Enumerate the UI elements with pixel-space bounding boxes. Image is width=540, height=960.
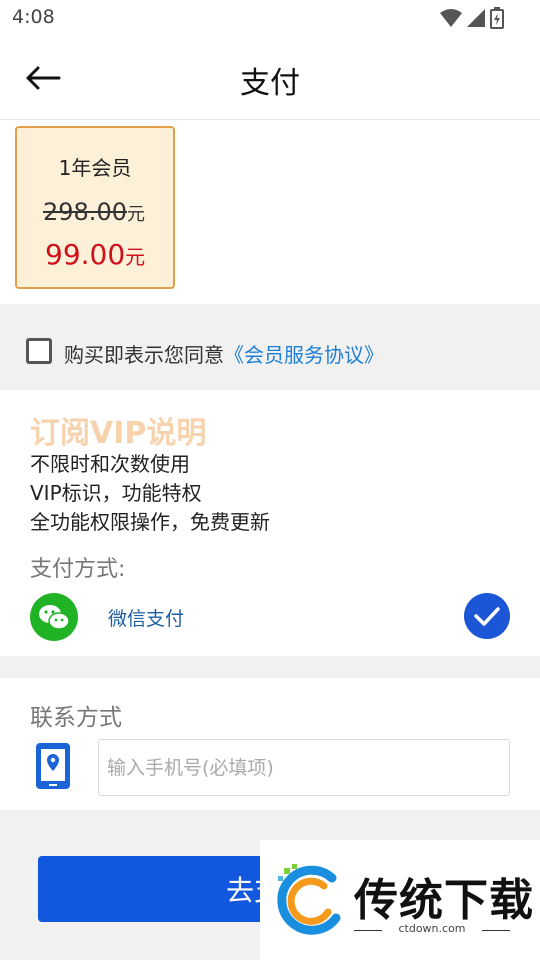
watermark-brand: 传统下载 (354, 875, 534, 926)
signal-icon (467, 9, 485, 27)
sale-price-value: 99.00 (45, 238, 126, 271)
plan-section: 1年会员 298.00元 99.00元 (0, 120, 540, 304)
original-price-value: 298.00 (43, 198, 127, 226)
contact-label: 联系方式 (30, 705, 122, 731)
original-price-unit: 元 (126, 204, 145, 225)
plan-name: 1年会员 (58, 156, 132, 180)
payment-method-name: 微信支付 (108, 608, 185, 630)
vip-description: 不限时和次数使用 VIP标识，功能特权 全功能权限操作，免费更新 (30, 450, 270, 537)
contact-section: 联系方式 (0, 678, 540, 810)
agreement-text: 购买即表示您同意《会员服务协议》 (64, 339, 384, 368)
agreement-row: 购买即表示您同意《会员服务协议》 (0, 326, 540, 390)
vip-info-section: 订阅VIP说明 不限时和次数使用 VIP标识，功能特权 全功能权限操作，免费更新… (0, 390, 540, 656)
status-icons (440, 7, 504, 29)
status-bar: 4:08 (0, 0, 540, 36)
payment-option-wechat[interactable]: 微信支付 (0, 588, 540, 646)
plan-card-1-year[interactable]: 1年会员 298.00元 99.00元 (15, 126, 175, 289)
vip-title: 订阅VIP说明 (30, 416, 207, 451)
watermark-divider (482, 930, 510, 931)
service-agreement-link[interactable]: 《会员服务协议》 (224, 343, 384, 367)
sale-price-unit: 元 (125, 245, 146, 269)
wifi-icon (440, 9, 462, 27)
agreement-label: 购买即表示您同意 (64, 343, 224, 367)
watermark-domain: ctdown.com (398, 922, 466, 935)
page-title: 支付 (240, 66, 300, 101)
status-time: 4:08 (12, 6, 55, 28)
sale-price: 99.00元 (45, 238, 145, 271)
checkmark-icon (464, 593, 510, 639)
vip-line: VIP标识，功能特权 (30, 481, 202, 505)
vip-line: 全功能权限操作，免费更新 (30, 510, 270, 534)
payment-method-label: 支付方式: (30, 557, 126, 582)
ctdown-logo-icon (277, 864, 341, 935)
wechat-icon (30, 593, 78, 641)
battery-icon (490, 7, 504, 29)
phone-input[interactable] (98, 739, 510, 796)
vip-line: 不限时和次数使用 (30, 452, 190, 476)
original-price: 298.00元 (43, 198, 145, 226)
watermark: 传统下载 ctdown.com (260, 840, 540, 960)
agreement-checkbox[interactable] (26, 338, 52, 364)
app-bar: 支付 (0, 36, 540, 120)
phone-location-icon (36, 743, 70, 789)
